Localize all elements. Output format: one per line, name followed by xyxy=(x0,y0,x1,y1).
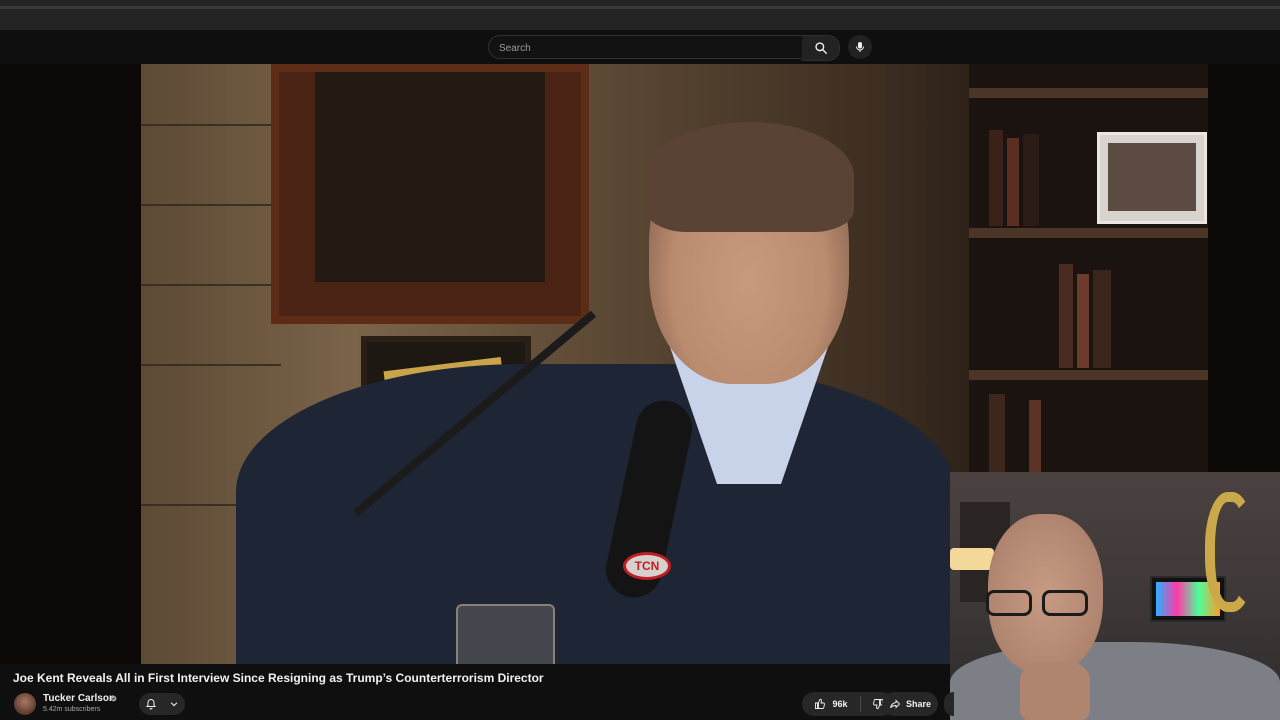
wall-painting xyxy=(271,64,589,324)
wall-plank xyxy=(141,284,281,286)
search-input[interactable] xyxy=(497,36,791,60)
search-box[interactable] xyxy=(488,35,803,60)
book xyxy=(1077,274,1089,368)
wall-plank xyxy=(141,124,281,126)
channel-avatar[interactable] xyxy=(14,693,36,715)
webcam-lamp xyxy=(950,548,994,570)
like-button[interactable]: 96k xyxy=(802,692,860,716)
streamer-hoodie xyxy=(950,642,1280,720)
photo-image xyxy=(1108,143,1196,211)
channel-row: Tucker Carlson 5.42m subscribers 96k Sha… xyxy=(14,691,954,717)
subscriber-count: 5.42m subscribers xyxy=(43,706,101,713)
book xyxy=(1023,134,1039,226)
search-button[interactable] xyxy=(802,35,840,61)
wall-plank xyxy=(141,364,281,366)
subscribed-bell-button[interactable] xyxy=(139,693,185,715)
framed-photo xyxy=(1097,132,1207,224)
book xyxy=(1059,264,1073,368)
like-count: 96k xyxy=(832,699,848,709)
share-label: Share xyxy=(905,699,931,709)
browser-chrome-bar xyxy=(0,0,1280,30)
thumbs-up-icon xyxy=(815,698,826,709)
painting-canvas xyxy=(315,72,545,282)
bell-icon xyxy=(146,698,156,710)
bookshelf xyxy=(969,64,1208,474)
share-arrow-icon xyxy=(890,699,901,709)
search-icon xyxy=(814,42,827,54)
masthead xyxy=(0,30,1280,64)
book xyxy=(1029,400,1041,474)
voice-search-button[interactable] xyxy=(848,35,872,59)
shelf-board xyxy=(969,88,1208,98)
like-dislike-group: 96k xyxy=(802,692,894,716)
channel-name[interactable]: Tucker Carlson xyxy=(43,693,115,704)
water-glass xyxy=(456,604,555,664)
gold-balloon xyxy=(1205,492,1255,612)
streamer-hand xyxy=(1020,662,1090,720)
shelf-board xyxy=(969,370,1208,380)
microphone-icon xyxy=(856,42,864,52)
book xyxy=(989,130,1003,226)
verified-check-icon xyxy=(110,695,117,702)
book xyxy=(1007,138,1019,226)
video-title: Joe Kent Reveals All in First Interview … xyxy=(13,671,544,685)
chevron-down-icon xyxy=(170,702,178,707)
mic-logo-badge: TCN xyxy=(623,552,671,580)
book xyxy=(1093,270,1111,368)
more-actions-button[interactable] xyxy=(944,692,954,716)
host-hair xyxy=(646,122,854,232)
webcam-overlay xyxy=(950,472,1280,720)
book xyxy=(989,394,1005,474)
share-button[interactable]: Share xyxy=(882,692,938,716)
shelf-board xyxy=(969,228,1208,238)
chrome-divider xyxy=(0,6,1280,9)
host-sweater xyxy=(236,364,956,664)
streamer-glasses xyxy=(986,590,1106,616)
wall-plank xyxy=(141,204,281,206)
